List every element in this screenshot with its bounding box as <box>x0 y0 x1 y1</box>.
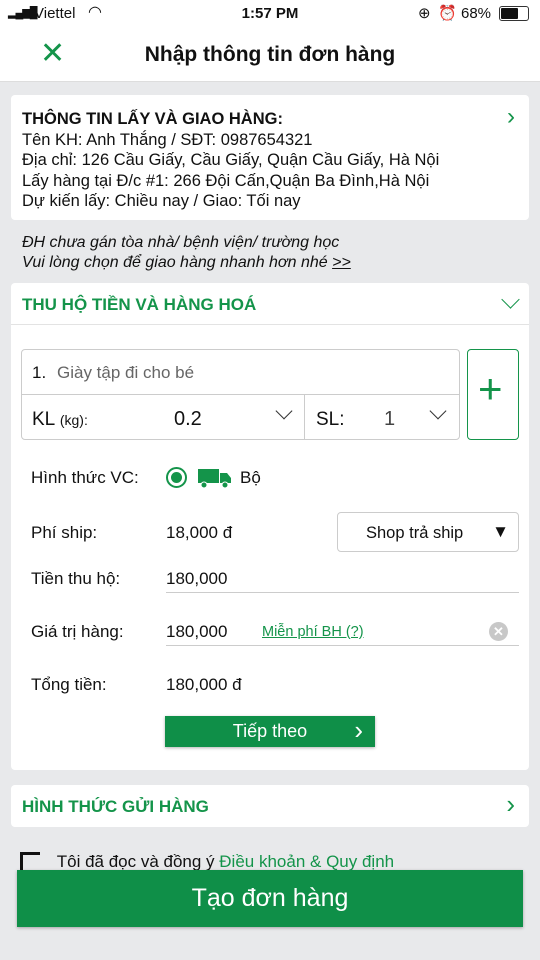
truck-icon <box>198 469 231 489</box>
customer-line: Tên KH: Anh Thắng / SĐT: 0987654321 <box>22 130 313 149</box>
weight-value: 0.2 <box>174 408 202 430</box>
product-box: 1. Giày tập đi cho bé KL (kg): 0.2 SL: 1 <box>21 349 460 440</box>
choose-building-link[interactable]: >> <box>332 254 351 271</box>
quantity-label: SL: <box>316 409 345 430</box>
chevron-right-icon: › <box>506 789 515 819</box>
quantity-value: 1 <box>384 408 396 430</box>
create-order-label: Tạo đơn hàng <box>191 884 349 912</box>
product-index: 1. <box>32 363 47 382</box>
transport-label: Hình thức VC: <box>31 468 139 487</box>
plus-icon: + <box>478 365 503 412</box>
chevron-right-icon: › <box>507 103 515 130</box>
terms-row: Tôi đã đọc và đồng ý Điều khoản & Quy đị… <box>20 852 520 870</box>
chevron-down-icon <box>429 402 447 420</box>
weight-select[interactable]: KL (kg): 0.2 <box>22 395 305 439</box>
chevron-right-icon: › <box>354 715 363 745</box>
terms-link[interactable]: Điều khoản & Quy định <box>219 852 394 870</box>
notice: ĐH chưa gán tòa nhà/ bệnh viện/ trường h… <box>22 233 351 273</box>
status-bar: ▂▄▆█ Viettel ◠ 1:57 PM ⊕ ⏰ 68% <box>0 0 540 28</box>
clock: 1:57 PM <box>241 5 299 22</box>
add-product-button[interactable]: + <box>467 349 519 440</box>
card-title: THÔNG TIN LẤY VÀ GIAO HÀNG: <box>22 110 283 128</box>
cod-section-header[interactable]: THU HỘ TIỀN VÀ HÀNG HOÁ <box>11 283 529 325</box>
transport-option: Bộ <box>240 468 261 487</box>
insurance-link[interactable]: Miễn phí BH (?) <box>262 624 364 640</box>
notice-line: ĐH chưa gán tòa nhà/ bệnh viện/ trường h… <box>22 234 340 251</box>
goods-value-input[interactable]: 180,000 <box>166 622 227 642</box>
pickup-delivery-card[interactable]: THÔNG TIN LẤY VÀ GIAO HÀNG: Tên KH: Anh … <box>11 95 529 220</box>
dropdown-triangle-icon: ▼ <box>492 522 509 541</box>
chevron-down-icon <box>501 290 520 309</box>
lock-rotation-icon: ⊕ <box>418 5 431 22</box>
divider <box>166 592 519 593</box>
product-name: Giày tập đi cho bé <box>57 363 195 382</box>
header: ✕ Nhập thông tin đơn hàng <box>0 28 540 82</box>
section-title: THU HỘ TIỀN VÀ HÀNG HOÁ <box>22 295 257 314</box>
goods-value-label: Giá trị hàng: <box>31 622 124 641</box>
terms-text: Tôi đã đọc và đồng ý <box>56 852 220 870</box>
terms-checkbox[interactable] <box>20 852 40 870</box>
radio-road-transport[interactable] <box>166 467 187 488</box>
divider <box>166 645 519 646</box>
pickup-line: Lấy hàng tại Đ/c #1: 266 Đội Cấn,Quận Ba… <box>22 171 430 190</box>
next-button-label: Tiếp theo <box>232 721 308 741</box>
address-line: Địa chỉ: 126 Cầu Giấy, Cầu Giấy, Quận Cầ… <box>22 151 440 169</box>
next-button[interactable]: Tiếp theo › <box>165 716 375 747</box>
total-label: Tổng tiền: <box>31 675 107 694</box>
section-title: HÌNH THỨC GỬI HÀNG <box>22 797 209 816</box>
chevron-down-icon <box>275 402 293 420</box>
ship-fee-label: Phí ship: <box>31 523 98 542</box>
send-method-section[interactable]: HÌNH THỨC GỬI HÀNG › <box>11 785 529 827</box>
cod-input[interactable]: 180,000 <box>166 569 227 589</box>
product-name-field[interactable]: 1. Giày tập đi cho bé <box>22 350 459 395</box>
alarm-icon: ⏰ <box>438 5 457 22</box>
ship-fee-value: 18,000 đ <box>166 523 233 542</box>
cod-label: Tiền thu hộ: <box>31 569 121 588</box>
notice-line: Vui lòng chọn để giao hàng nhanh hơn nhé <box>22 254 333 271</box>
ship-payer-value: Shop trả ship <box>366 524 464 542</box>
clear-icon[interactable]: ✕ <box>489 622 508 641</box>
battery-percent: 68% <box>461 5 492 22</box>
ship-payer-select[interactable]: Shop trả ship ▼ <box>337 512 519 552</box>
schedule-line: Dự kiến lấy: Chiều nay / Giao: Tối nay <box>22 192 301 210</box>
total-value: 180,000 đ <box>166 675 242 694</box>
create-order-button[interactable]: Tạo đơn hàng <box>17 870 523 927</box>
weight-unit: (kg): <box>59 412 88 428</box>
page-title: Nhập thông tin đơn hàng <box>144 43 396 66</box>
battery-icon <box>499 6 529 21</box>
quantity-select[interactable]: SL: 1 <box>306 395 459 439</box>
weight-label: KL <box>32 409 55 430</box>
